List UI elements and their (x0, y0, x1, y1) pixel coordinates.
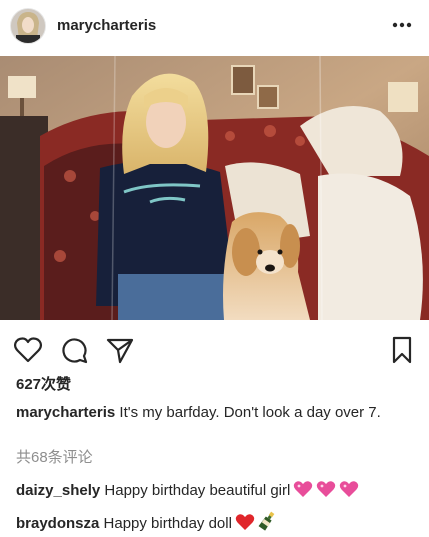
post-caption: marycharteris It's my barfday. Don't loo… (16, 402, 412, 424)
paper-plane-icon[interactable] (104, 334, 136, 366)
post-header: marycharteris (0, 0, 429, 52)
post-photo[interactable] (0, 56, 429, 320)
sparkling-heart-icon (316, 480, 336, 504)
post-author-username[interactable]: marycharteris (57, 17, 156, 35)
caption-text: It's my barfday. Don't look a day over 7… (119, 404, 381, 421)
sparkling-heart-icon (339, 480, 359, 504)
sparkling-heart-icon (293, 480, 313, 504)
comment-username[interactable]: daizy_shely (16, 482, 100, 499)
post-action-bar (0, 334, 429, 366)
avatar[interactable] (10, 8, 46, 44)
comment-text: Happy birthday doll (103, 515, 232, 532)
like-count[interactable]: 627次赞 (16, 376, 71, 394)
comment-username[interactable]: braydonsza (16, 515, 99, 532)
comment-bubble-icon[interactable] (58, 334, 90, 366)
champagne-bottle-icon (258, 511, 276, 537)
heart-outline-icon[interactable] (12, 334, 44, 366)
comment-item: daizy_shely Happy birthday beautiful gir… (16, 480, 359, 504)
more-options-icon[interactable] (391, 14, 413, 36)
view-all-comments-link[interactable]: 共68条评论 (16, 449, 93, 467)
red-heart-icon (235, 513, 255, 537)
comment-item: braydonsza Happy birthday doll (16, 511, 276, 537)
comment-text: Happy birthday beautiful girl (104, 482, 291, 499)
caption-username[interactable]: marycharteris (16, 404, 115, 421)
bookmark-icon[interactable] (386, 334, 418, 366)
